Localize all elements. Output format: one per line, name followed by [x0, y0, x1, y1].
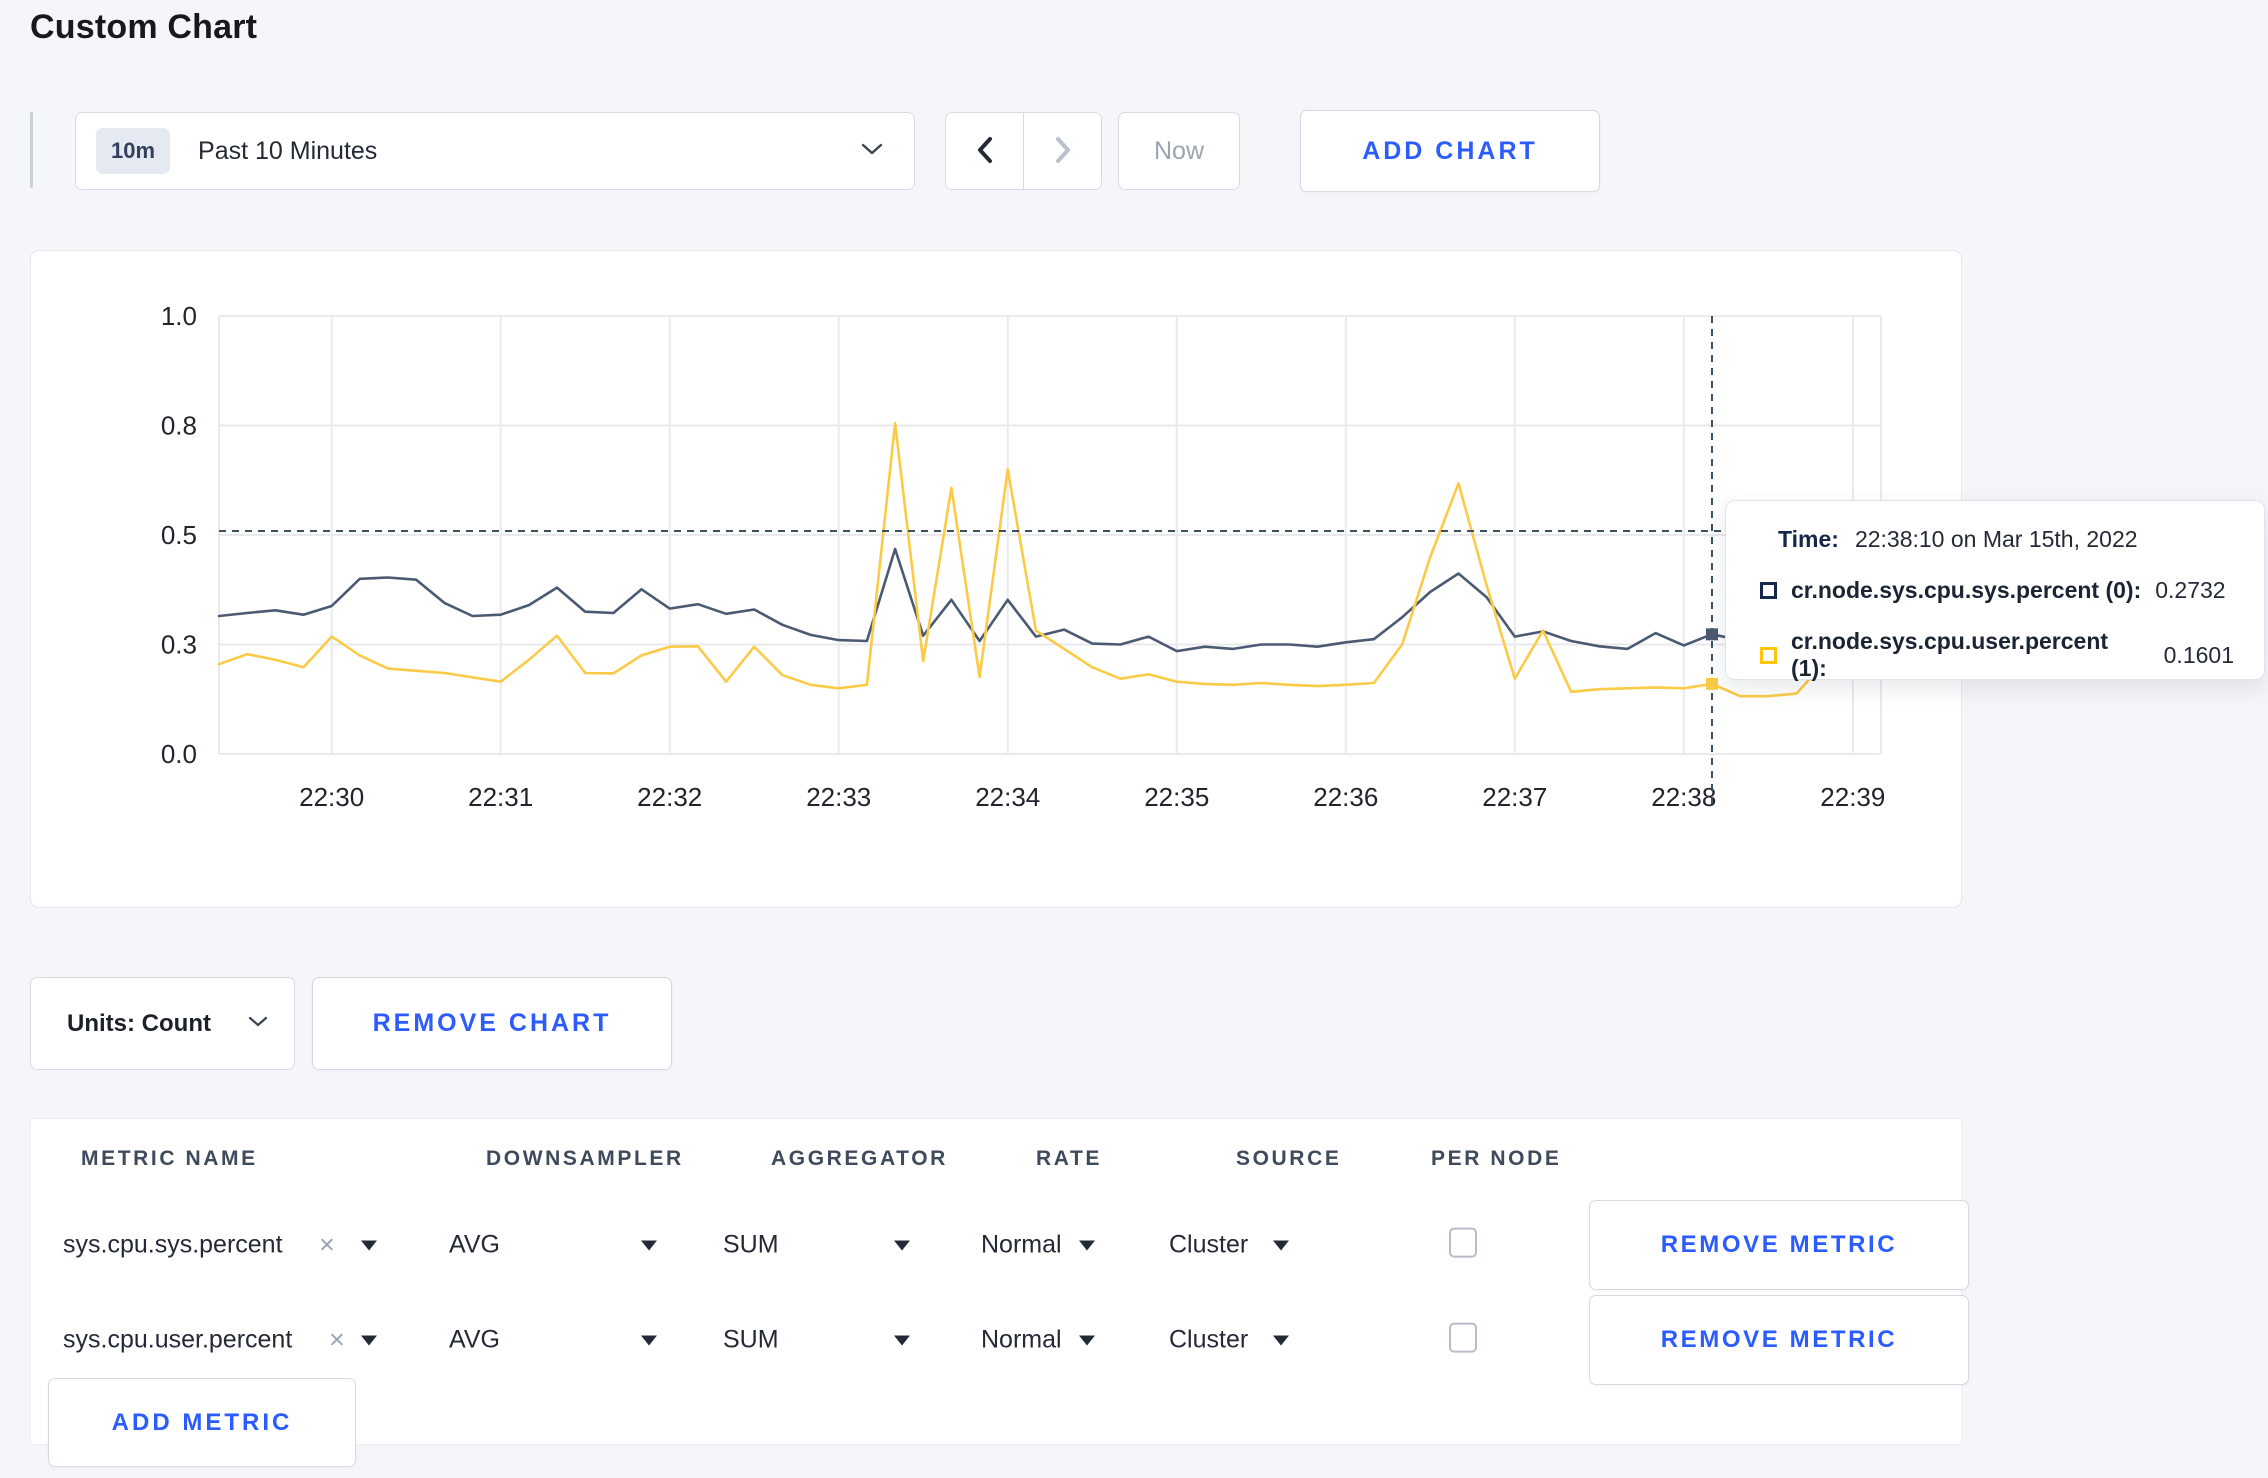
caret-down-icon[interactable] — [641, 1240, 657, 1250]
column-header-aggregator: AGGREGATOR — [771, 1147, 948, 1170]
series-line — [217, 547, 1883, 653]
tooltip-series-row: cr.node.sys.cpu.user.percent (1): 0.1601 — [1760, 628, 2234, 682]
chart-tooltip: Time: 22:38:10 on Mar 15th, 2022 cr.node… — [1725, 500, 2265, 682]
time-forward-button[interactable] — [1023, 113, 1101, 189]
metric-name-select[interactable]: sys.cpu.sys.percent — [63, 1230, 283, 1259]
time-range-label: Past 10 Minutes — [198, 136, 378, 165]
tooltip-series-value: 0.2732 — [2155, 577, 2226, 603]
units-label: Units: Count — [67, 1009, 211, 1037]
y-tick-label: 1.0 — [161, 301, 197, 331]
caret-down-icon[interactable] — [1079, 1240, 1095, 1250]
x-tick-label: 22:32 — [637, 782, 702, 812]
cpu-usage-chart[interactable]: 0.0 0.3 0.5 0.8 1.0 22:30 22:31 22:32 22:33 22:34… — [31, 251, 1963, 907]
time-nav-group — [945, 112, 1102, 190]
rate-select[interactable]: Normal — [981, 1230, 1062, 1259]
units-select[interactable]: Units: Count — [30, 977, 295, 1070]
hover-point-marker — [1705, 628, 1718, 641]
x-tick-label: 22:34 — [975, 782, 1040, 812]
chevron-left-icon — [975, 135, 995, 168]
column-header-source: SOURCE — [1236, 1147, 1342, 1170]
add-chart-button[interactable]: ADD CHART — [1300, 110, 1600, 192]
tooltip-series-row: cr.node.sys.cpu.sys.percent (0): 0.2732 — [1760, 577, 2234, 604]
caret-down-icon[interactable] — [1273, 1240, 1289, 1250]
metric-row: sys.cpu.user.percent × AVG SUM Normal Cl… — [31, 1292, 1969, 1387]
tooltip-time-value: 22:38:10 on Mar 15th, 2022 — [1854, 526, 2138, 552]
chevron-down-icon — [248, 1015, 268, 1033]
hover-point-marker — [1705, 677, 1718, 690]
caret-down-icon[interactable] — [1079, 1335, 1095, 1345]
add-metric-button[interactable]: ADD METRIC — [48, 1378, 356, 1467]
aggregator-select[interactable]: SUM — [723, 1230, 779, 1259]
remove-chart-button[interactable]: REMOVE CHART — [312, 977, 672, 1070]
x-tick-label: 22:35 — [1144, 782, 1209, 812]
x-tick-label: 22:33 — [806, 782, 871, 812]
page-title: Custom Chart — [30, 8, 258, 46]
tooltip-series-name: cr.node.sys.cpu.user.percent (1): — [1791, 628, 2109, 681]
chevron-down-icon — [860, 142, 884, 161]
tooltip-series-name: cr.node.sys.cpu.sys.percent (0): — [1791, 577, 2142, 603]
series-line — [217, 422, 1883, 698]
caret-down-icon[interactable] — [361, 1335, 377, 1345]
tooltip-time-key: Time: — [1778, 526, 1839, 552]
caret-down-icon[interactable] — [894, 1335, 910, 1345]
toolbar-divider — [30, 112, 33, 188]
x-tick-label: 22:38 — [1651, 782, 1716, 812]
chevron-right-icon — [1053, 135, 1073, 168]
metric-row: sys.cpu.sys.percent × AVG SUM Normal Clu… — [31, 1197, 1969, 1292]
remove-metric-button[interactable]: REMOVE METRIC — [1589, 1199, 1969, 1290]
custom-chart-page: Custom Chart 10m Past 10 Minutes Now ADD… — [0, 0, 2268, 1478]
caret-down-icon[interactable] — [894, 1240, 910, 1250]
column-header-rate: RATE — [1036, 1147, 1103, 1170]
time-range-badge: 10m — [96, 128, 171, 174]
tooltip-series-value: 0.1601 — [2163, 641, 2234, 668]
column-header-metric-name: METRIC NAME — [81, 1147, 258, 1170]
x-tick-label: 22:37 — [1482, 782, 1547, 812]
caret-down-icon[interactable] — [641, 1335, 657, 1345]
chart-card: 0.0 0.3 0.5 0.8 1.0 22:30 22:31 22:32 22:33 22:34… — [30, 250, 1962, 908]
caret-down-icon[interactable] — [361, 1240, 377, 1250]
sys-series-swatch-icon — [1760, 582, 1777, 599]
now-button[interactable]: Now — [1118, 112, 1240, 190]
y-tick-label: 0.0 — [161, 739, 197, 769]
source-select[interactable]: Cluster — [1169, 1325, 1248, 1354]
tooltip-time-row: Time: 22:38:10 on Mar 15th, 2022 — [1778, 526, 2234, 553]
x-tick-label: 22:30 — [299, 782, 364, 812]
clear-metric-icon[interactable]: × — [329, 1324, 345, 1355]
per-node-checkbox[interactable] — [1449, 1227, 1477, 1258]
y-tick-label: 0.5 — [161, 520, 197, 550]
per-node-checkbox[interactable] — [1449, 1322, 1477, 1353]
x-tick-label: 22:39 — [1820, 782, 1885, 812]
y-tick-label: 0.8 — [161, 411, 197, 441]
remove-metric-button[interactable]: REMOVE METRIC — [1589, 1294, 1969, 1385]
clear-metric-icon[interactable]: × — [319, 1229, 335, 1260]
x-tick-label: 22:36 — [1313, 782, 1378, 812]
column-header-downsampler: DOWNSAMPLER — [486, 1147, 684, 1170]
caret-down-icon[interactable] — [1273, 1335, 1289, 1345]
column-header-per-node: PER NODE — [1431, 1147, 1562, 1170]
time-range-select[interactable]: 10m Past 10 Minutes — [75, 112, 915, 190]
rate-select[interactable]: Normal — [981, 1325, 1062, 1354]
metric-name-select[interactable]: sys.cpu.user.percent — [63, 1325, 292, 1354]
x-tick-label: 22:31 — [468, 782, 533, 812]
y-tick-label: 0.3 — [161, 630, 197, 660]
user-series-swatch-icon — [1760, 646, 1777, 664]
source-select[interactable]: Cluster — [1169, 1230, 1248, 1259]
time-back-button[interactable] — [946, 113, 1023, 189]
aggregator-select[interactable]: SUM — [723, 1325, 779, 1354]
downsampler-select[interactable]: AVG — [449, 1325, 500, 1354]
downsampler-select[interactable]: AVG — [449, 1230, 500, 1259]
